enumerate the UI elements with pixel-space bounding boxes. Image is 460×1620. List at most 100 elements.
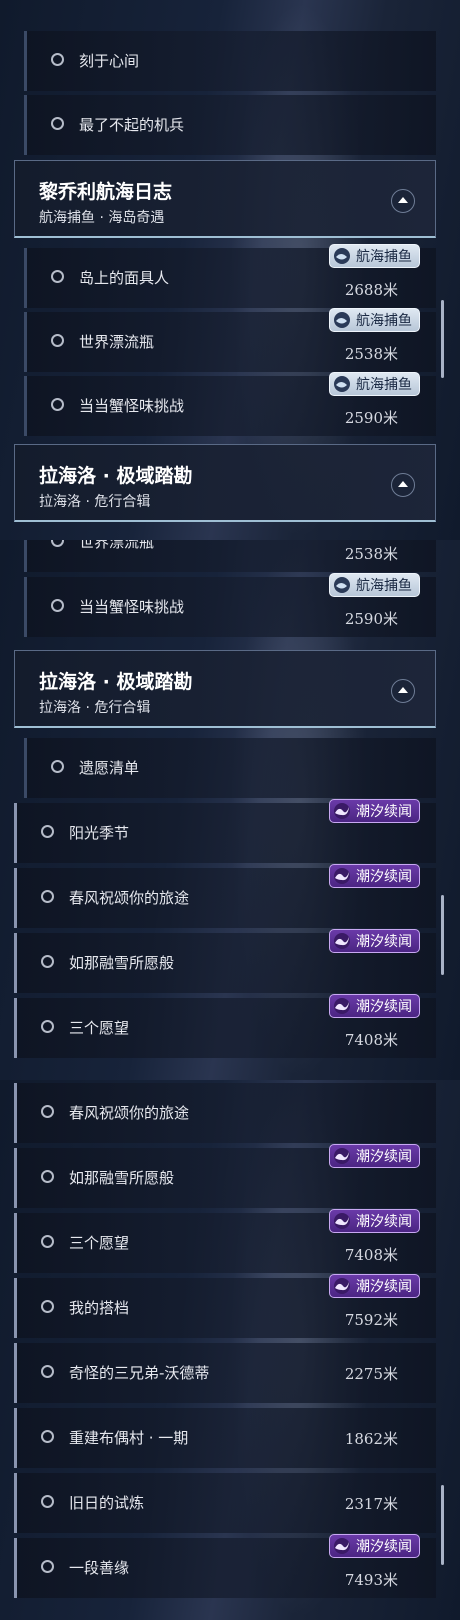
quest-item[interactable]: 旧日的试炼 2317米 xyxy=(14,1473,436,1533)
radio-circle-icon xyxy=(51,398,64,411)
quest-item[interactable]: 当当蟹怪味挑战 航海捕鱼 2590米 xyxy=(24,372,436,436)
tide-story-badge: 潮汐续闻 xyxy=(329,1274,420,1298)
group-title: 拉海洛 · 极域踏勘 xyxy=(39,671,193,693)
quest-group-header[interactable]: 黎乔利航海日志 航海捕鱼 · 海岛奇遇 xyxy=(14,160,436,238)
quest-item[interactable]: 如那融雪所愿般 潮汐续闻 xyxy=(14,1144,436,1208)
badge-label: 潮汐续闻 xyxy=(356,1214,412,1230)
quest-group-header[interactable]: 拉海洛 · 极域踏勘 拉海洛 · 危行合辑 xyxy=(14,444,436,522)
quest-label: 当当蟹怪味挑战 xyxy=(79,397,185,415)
quest-item[interactable]: 刻于心间 xyxy=(24,31,436,91)
badge-label: 航海捕鱼 xyxy=(356,313,412,329)
fishing-badge: 航海捕鱼 xyxy=(329,244,420,268)
distance-value: 1862米 xyxy=(344,1430,398,1448)
radio-circle-icon xyxy=(51,117,64,130)
radio-circle-icon xyxy=(41,1170,54,1183)
quest-label: 三个愿望 xyxy=(69,1234,130,1252)
chevron-up-icon[interactable] xyxy=(391,473,415,497)
quest-label: 岛上的面具人 xyxy=(79,269,170,287)
tide-story-badge: 潮汐续闻 xyxy=(329,1144,420,1168)
scrollbar[interactable] xyxy=(441,1485,444,1565)
distance-value: 7592米 xyxy=(344,1311,398,1329)
quest-item[interactable]: 重建布偶村 · 一期 1862米 xyxy=(14,1408,436,1468)
distance-value: 2538米 xyxy=(344,345,398,363)
radio-circle-icon xyxy=(41,1300,54,1313)
quest-item[interactable]: 世界漂流瓶 航海捕鱼 2538米 xyxy=(24,308,436,372)
badge-label: 航海捕鱼 xyxy=(356,377,412,393)
quest-label: 春风祝颂你的旅途 xyxy=(69,889,190,907)
group-title: 黎乔利航海日志 xyxy=(39,181,173,203)
group-title: 拉海洛 · 极域踏勘 xyxy=(39,465,193,487)
badge-label: 潮汐续闻 xyxy=(356,934,412,950)
chevron-up-icon[interactable] xyxy=(391,189,415,213)
distance-value: 2275米 xyxy=(344,1365,398,1383)
quest-label: 最了不起的机兵 xyxy=(79,116,185,134)
wave-icon xyxy=(334,1538,350,1554)
radio-circle-icon xyxy=(41,1020,54,1033)
quest-list-panel-2: 世界漂流瓶 2538米 当当蟹怪味挑战 航海捕鱼 2590米 拉海洛 · 极域踏… xyxy=(0,540,460,1080)
distance-value: 2317米 xyxy=(344,1495,398,1513)
quest-item[interactable]: 三个愿望 潮汐续闻 7408米 xyxy=(14,1209,436,1273)
radio-circle-icon xyxy=(51,334,64,347)
badge-label: 潮汐续闻 xyxy=(356,869,412,885)
radio-circle-icon xyxy=(41,825,54,838)
quest-item[interactable]: 奇怪的三兄弟-沃德蒂 2275米 xyxy=(14,1343,436,1403)
radio-circle-icon xyxy=(51,53,64,66)
quest-item[interactable]: 春风祝颂你的旅途 潮汐续闻 xyxy=(14,864,436,928)
distance-value: 7408米 xyxy=(344,1246,398,1264)
distance-value: 7408米 xyxy=(344,1031,398,1049)
badge-label: 潮汐续闻 xyxy=(356,804,412,820)
radio-circle-icon xyxy=(51,540,64,547)
tide-story-badge: 潮汐续闻 xyxy=(329,929,420,953)
wave-icon xyxy=(334,803,350,819)
quest-label: 当当蟹怪味挑战 xyxy=(79,598,185,616)
radio-circle-icon xyxy=(41,1495,54,1508)
fish-icon xyxy=(334,376,350,392)
quest-item[interactable]: 岛上的面具人 航海捕鱼 2688米 xyxy=(24,244,436,308)
radio-circle-icon xyxy=(41,890,54,903)
quest-label: 刻于心间 xyxy=(79,52,140,70)
radio-circle-icon xyxy=(41,1105,54,1118)
fish-icon xyxy=(334,312,350,328)
radio-circle-icon xyxy=(41,1365,54,1378)
quest-label: 春风祝颂你的旅途 xyxy=(69,1104,190,1122)
radio-circle-icon xyxy=(41,1235,54,1248)
quest-group-header[interactable]: 拉海洛 · 极域踏勘 拉海洛 · 危行合辑 xyxy=(14,650,436,728)
radio-circle-icon xyxy=(51,760,64,773)
scrollbar[interactable] xyxy=(441,300,444,378)
quest-item[interactable]: 当当蟹怪味挑战 航海捕鱼 2590米 xyxy=(24,573,436,637)
wave-icon xyxy=(334,868,350,884)
badge-label: 航海捕鱼 xyxy=(356,249,412,265)
quest-label: 世界漂流瓶 xyxy=(79,540,155,551)
quest-item[interactable]: 世界漂流瓶 2538米 xyxy=(24,540,436,572)
tide-story-badge: 潮汐续闻 xyxy=(329,864,420,888)
quest-label: 如那融雪所愿般 xyxy=(69,1169,175,1187)
quest-item[interactable]: 一段善缘 潮汐续闻 7493米 xyxy=(14,1534,436,1598)
wave-icon xyxy=(334,1148,350,1164)
fish-icon xyxy=(334,577,350,593)
distance-value: 2590米 xyxy=(344,409,398,427)
distance-value: 2688米 xyxy=(344,281,398,299)
radio-circle-icon xyxy=(41,1430,54,1443)
fish-icon xyxy=(334,248,350,264)
quest-label: 遗愿清单 xyxy=(79,759,140,777)
quest-item[interactable]: 春风祝颂你的旅途 xyxy=(14,1083,436,1143)
quest-label: 重建布偶村 · 一期 xyxy=(69,1429,189,1447)
fishing-badge: 航海捕鱼 xyxy=(329,573,420,597)
radio-circle-icon xyxy=(41,955,54,968)
quest-label: 旧日的试炼 xyxy=(69,1494,145,1512)
quest-label: 世界漂流瓶 xyxy=(79,333,155,351)
wave-icon xyxy=(334,933,350,949)
tide-story-badge: 潮汐续闻 xyxy=(329,1534,420,1558)
chevron-up-icon[interactable] xyxy=(391,679,415,703)
quest-item[interactable]: 最了不起的机兵 xyxy=(24,95,436,155)
quest-item[interactable]: 遗愿清单 xyxy=(24,738,436,798)
wave-icon xyxy=(334,1213,350,1229)
badge-label: 潮汐续闻 xyxy=(356,999,412,1015)
quest-item[interactable]: 如那融雪所愿般 潮汐续闻 xyxy=(14,929,436,993)
radio-circle-icon xyxy=(51,599,64,612)
quest-item[interactable]: 我的搭档 潮汐续闻 7592米 xyxy=(14,1274,436,1338)
quest-item[interactable]: 阳光季节 潮汐续闻 xyxy=(14,799,436,863)
scrollbar[interactable] xyxy=(441,895,444,975)
quest-item[interactable]: 三个愿望 潮汐续闻 7408米 xyxy=(14,994,436,1058)
quest-label: 我的搭档 xyxy=(69,1299,130,1317)
